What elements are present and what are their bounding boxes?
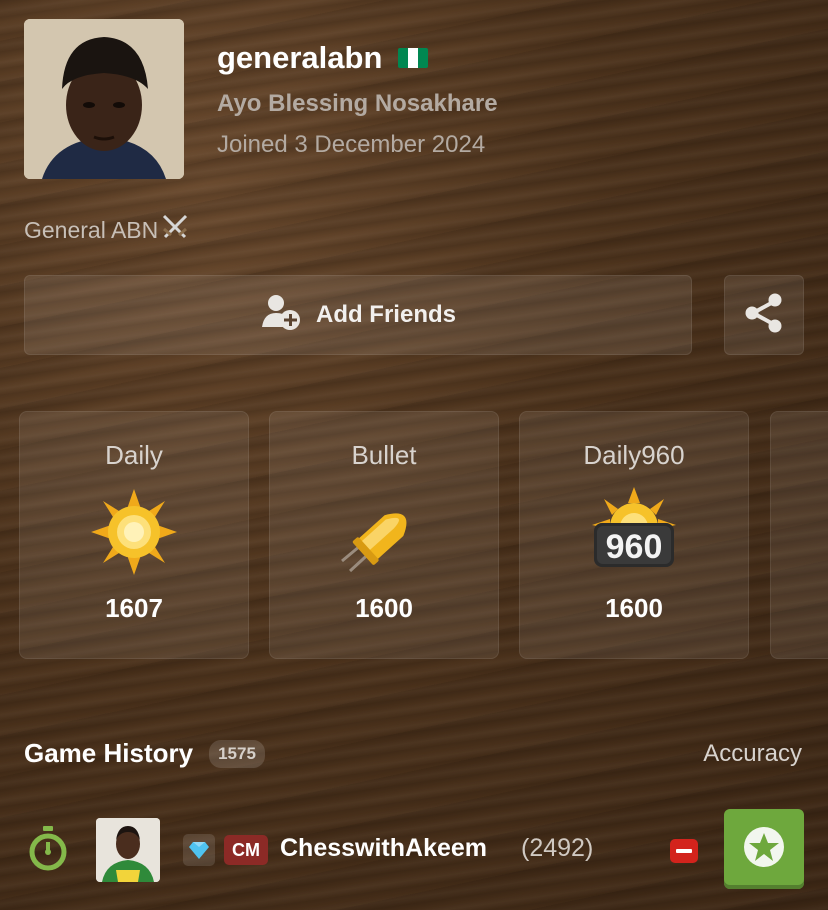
diamond-membership-icon [183, 834, 215, 866]
stopwatch-icon [26, 826, 70, 877]
profile-username-row: generalabn [217, 40, 429, 76]
sun-icon [84, 487, 184, 577]
stat-card-daily[interactable]: Daily 1607 [19, 411, 249, 659]
game-row[interactable]: CM ChesswithAkeem (2492) [0, 808, 828, 892]
profile-status: General ABN [24, 213, 190, 247]
status-text: General ABN [24, 216, 159, 243]
stat-rating: 1600 [355, 593, 413, 623]
opponent-rating: (2492) [521, 834, 594, 862]
stat-label: Daily [105, 440, 163, 470]
share-button[interactable] [724, 275, 804, 355]
stat-card-more[interactable] [770, 411, 828, 659]
stat-card-daily960[interactable]: Daily960 960 1600 [519, 411, 749, 659]
stat-label: Daily960 [583, 440, 685, 470]
nigeria-flag-icon [398, 48, 429, 68]
stat-label: Bullet [351, 440, 417, 470]
add-friends-label: Add Friends [315, 301, 456, 328]
add-person-icon [260, 293, 302, 338]
stat-rating: 1607 [105, 593, 163, 623]
daily960-icon-text: 960 [606, 528, 663, 566]
star-icon [742, 825, 786, 874]
username: generalabn [217, 40, 383, 75]
opponent-name[interactable]: ChesswithAkeem [280, 834, 487, 863]
game-history-header: Game History 1575 [24, 738, 265, 769]
game-review-button[interactable] [724, 809, 804, 889]
game-history-title: Game History [24, 738, 194, 768]
bullet-icon [334, 487, 434, 577]
accuracy-label: Accuracy [703, 740, 802, 767]
full-name: Ayo Blessing Nosakhare [217, 90, 498, 117]
opponent-title-badge: CM [224, 835, 268, 865]
joined-date: Joined 3 December 2024 [217, 131, 486, 158]
stat-card-bullet[interactable]: Bullet 1600 [269, 411, 499, 659]
share-icon [742, 291, 786, 340]
draw-result-icon [670, 839, 698, 863]
crossed-swords-icon [160, 213, 190, 247]
daily960-icon: 960 [584, 487, 684, 577]
game-history-count: 1575 [209, 739, 265, 768]
opponent-avatar[interactable] [96, 818, 160, 882]
profile-avatar[interactable] [24, 19, 184, 179]
stat-rating: 1600 [605, 593, 663, 623]
add-friends-button[interactable]: Add Friends [24, 275, 692, 355]
